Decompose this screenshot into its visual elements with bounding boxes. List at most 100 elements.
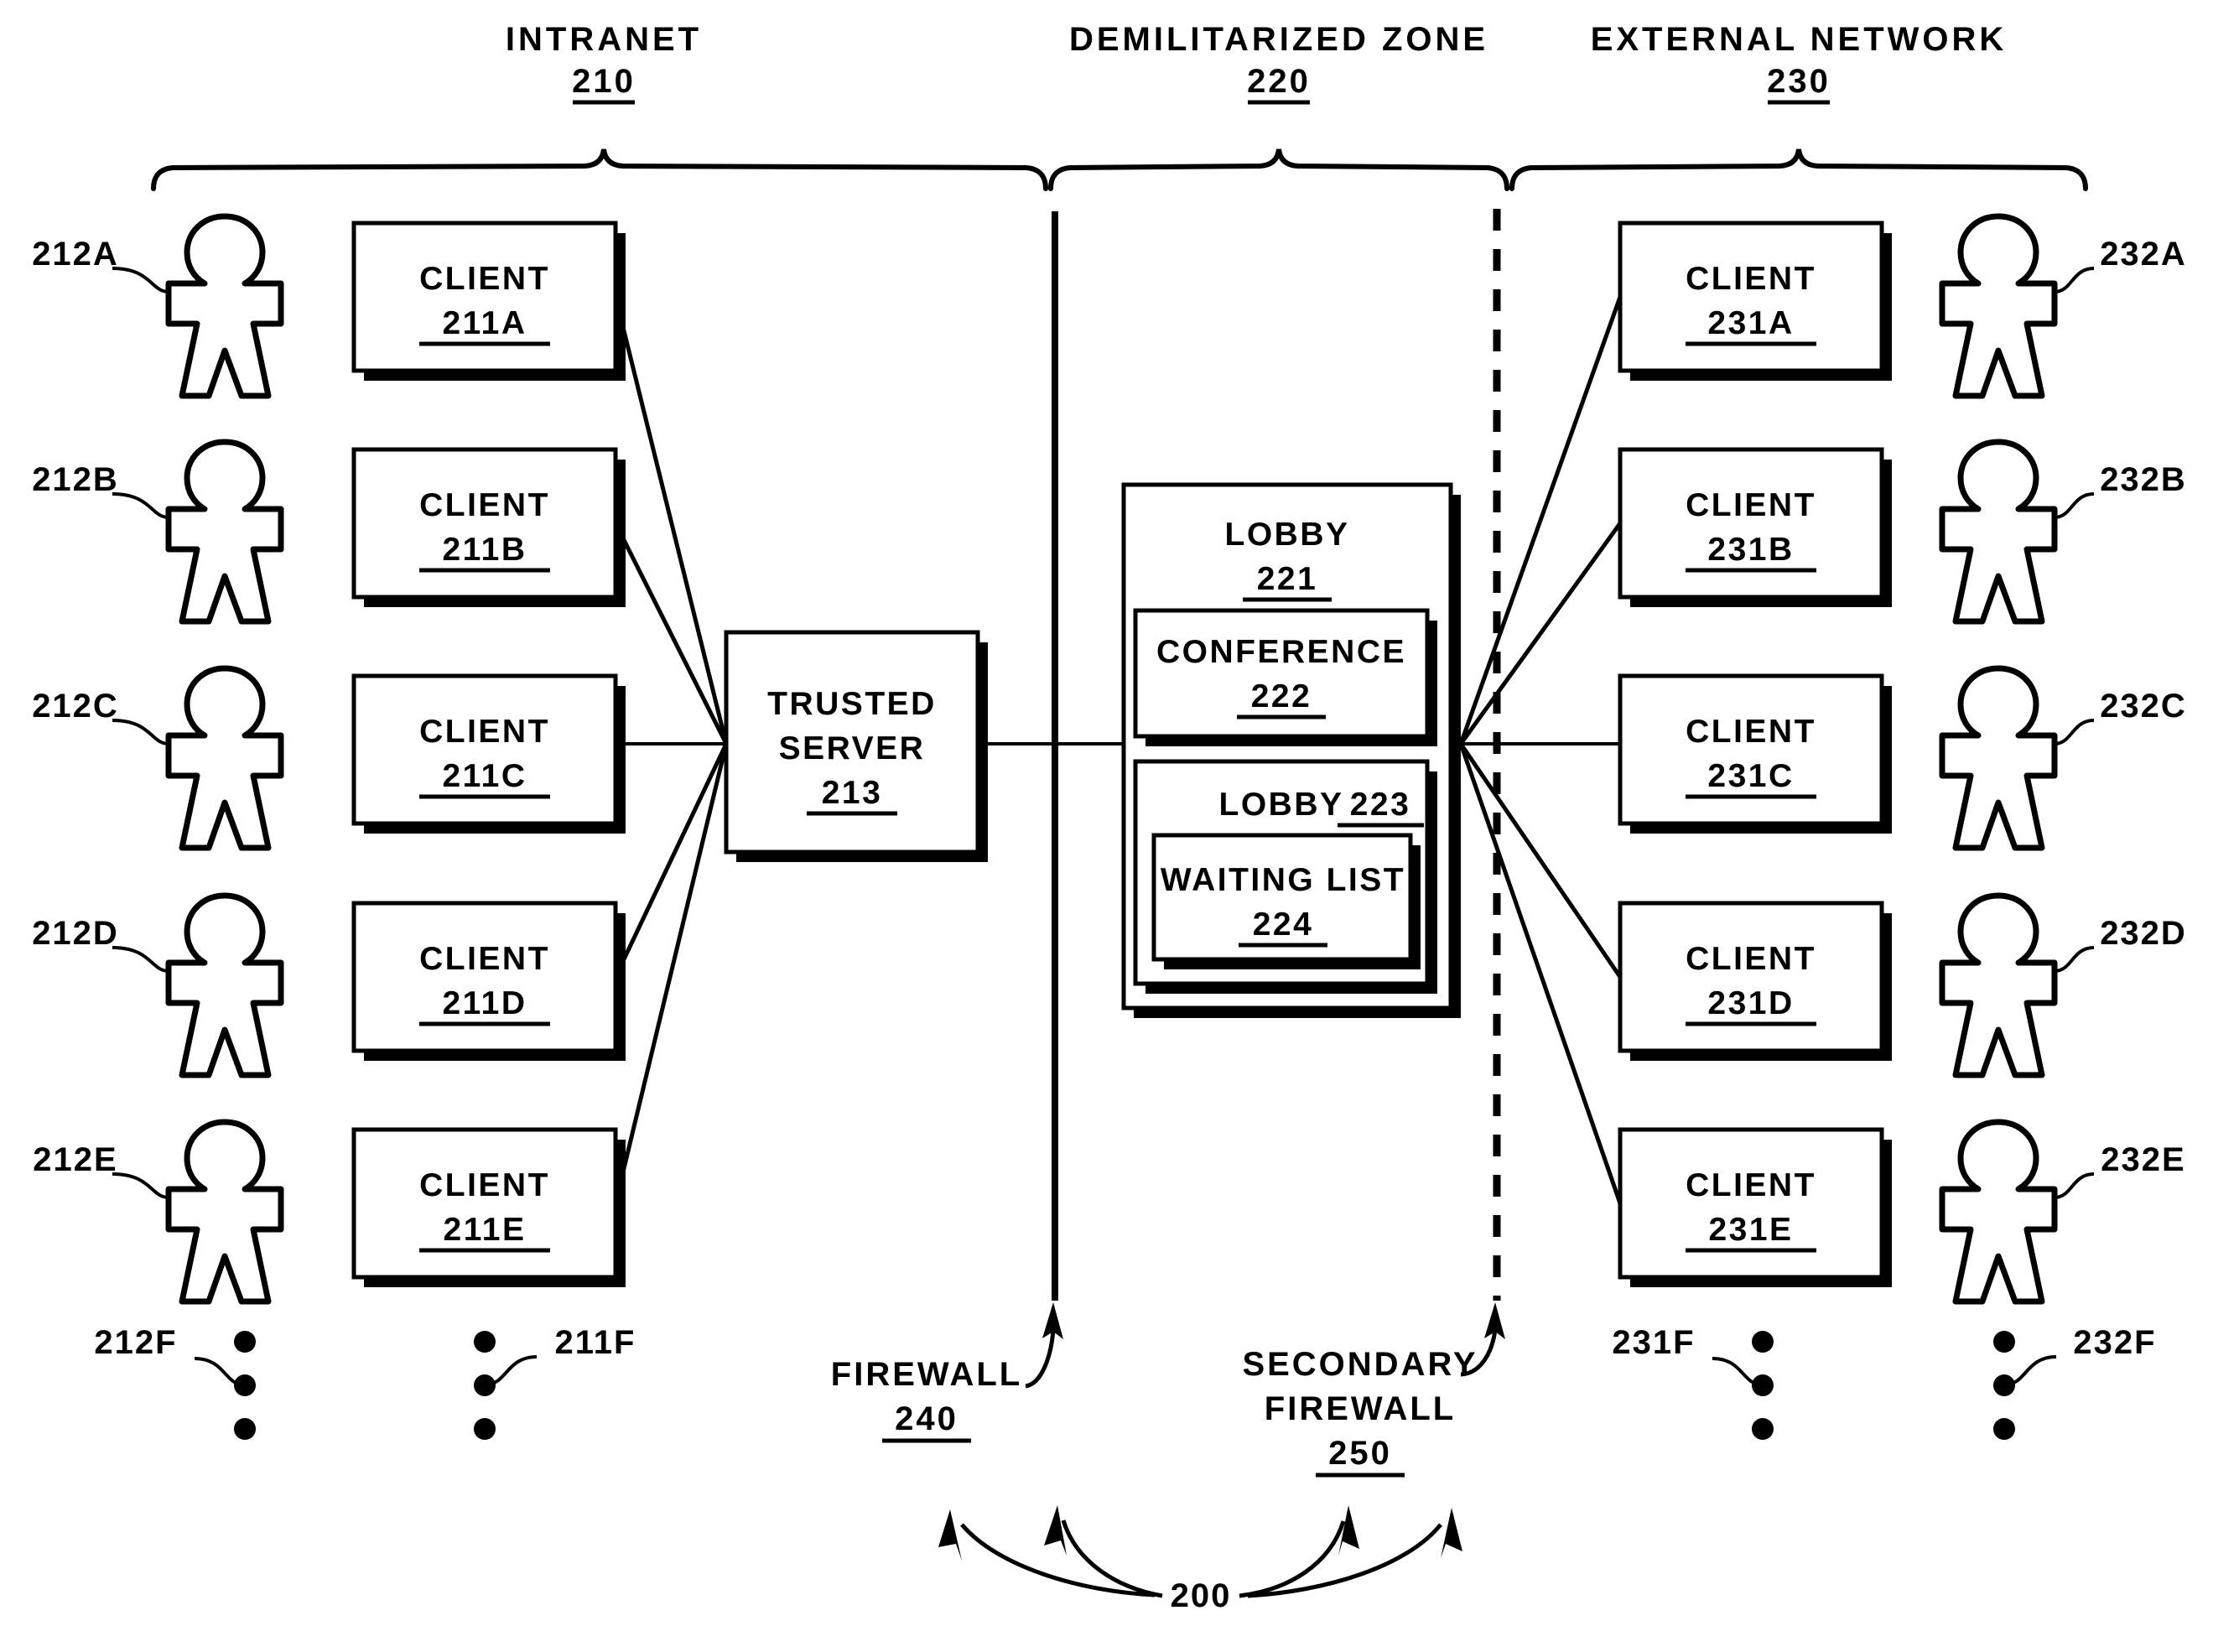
client-number: 231B [1707, 532, 1794, 568]
ref-label-232C: 232C [2100, 688, 2187, 725]
client-number: 211B [442, 532, 527, 568]
leader-line-232C [2054, 719, 2095, 745]
ellipsis-dot [474, 1374, 496, 1396]
intranet-user-212B[interactable]: 212B [32, 439, 284, 625]
figure-canvas: INTRANET 210 DEMILITARIZED ZONE 220 EXTE… [0, 0, 2213, 1652]
client-label: CLIENT [419, 714, 550, 750]
zone-heading-intranet: INTRANET 210 [506, 21, 699, 105]
ellipsis-dot [474, 1418, 496, 1440]
zone-label-external: EXTERNAL NETWORK [1591, 21, 2008, 58]
leader-line-212D [112, 946, 169, 973]
client-label: CLIENT [419, 1167, 550, 1203]
link-dmz-to-231D [1458, 742, 1623, 979]
box-outline [1618, 901, 1884, 1053]
external-client-231D[interactable]: CLIENT 231D [1618, 901, 1892, 1061]
firewall-240-number: 240 [895, 1400, 958, 1437]
external-client-231C[interactable]: CLIENT 231C [1618, 673, 1892, 834]
ref-label-212F: 212F [94, 1324, 177, 1361]
lobby-label: LOBBY [1225, 517, 1350, 553]
leader-line-212A [112, 267, 169, 294]
ref-200-arrowhead-1 [938, 1509, 962, 1561]
person-icon [165, 1119, 284, 1305]
box-outline [351, 1127, 618, 1280]
person-icon [1939, 439, 2058, 625]
link-211E-to-server [613, 743, 729, 1204]
person-icon [1939, 892, 2058, 1078]
waiting-list-label: WAITING LIST [1161, 862, 1405, 898]
intranet-client-211D[interactable]: CLIENT 211D [351, 901, 626, 1061]
ref-label-232A: 232A [2100, 236, 2187, 273]
external-client-231E[interactable]: CLIENT 231E [1618, 1127, 1892, 1287]
ellipsis-dot [1752, 1331, 1774, 1353]
box-outline [351, 221, 618, 373]
ellipsis-dot [234, 1374, 256, 1396]
client-number: 231A [1707, 305, 1794, 341]
trusted-server-213[interactable]: TRUSTED SERVER 213 [724, 630, 988, 862]
external-user-232B[interactable]: 232B [1939, 439, 2187, 625]
intranet-connection-fan [613, 296, 729, 1204]
intranet-client-211C[interactable]: CLIENT 211C [351, 673, 626, 834]
external-user-232D[interactable]: 232D [1939, 892, 2187, 1078]
ellipsis-dot [1993, 1374, 2015, 1396]
conference-number: 222 [1251, 678, 1312, 714]
client-label: CLIENT [1686, 1167, 1816, 1203]
external-user-232C[interactable]: 232C [1939, 665, 2187, 851]
person-icon [165, 665, 284, 851]
leader-line-212B [112, 492, 169, 519]
ref-label-232B: 232B [2100, 461, 2187, 498]
ellipsis-dot [1993, 1418, 2015, 1440]
server-number: 213 [822, 775, 883, 811]
box-outline [1618, 673, 1884, 826]
leader-line-212E [112, 1172, 169, 1199]
client-label: CLIENT [1686, 261, 1816, 297]
ellipsis-dot [1752, 1418, 1774, 1440]
dmz-waiting-list-224[interactable]: WAITING LIST 224 [1151, 833, 1421, 969]
zone-heading-external: EXTERNAL NETWORK 230 [1591, 21, 2008, 105]
intranet-client-211A[interactable]: CLIENT 211A [351, 221, 626, 381]
ref-label-212A: 212A [32, 236, 119, 273]
intranet-client-211E[interactable]: CLIENT 211E [351, 1127, 626, 1287]
ellipsis-212F: 212F [94, 1324, 256, 1440]
ref-label-211F: 211F [555, 1324, 636, 1361]
box-outline [351, 447, 618, 600]
brace-external [1509, 148, 2088, 191]
zone-label-dmz: DEMILITARIZED ZONE [1069, 21, 1488, 58]
ellipsis-dot [1752, 1374, 1774, 1396]
client-number: 211D [442, 985, 527, 1021]
ref-label-212D: 212D [32, 915, 119, 952]
ellipsis-dot [234, 1418, 256, 1440]
link-dmz-to-231B [1458, 522, 1623, 745]
ref-label-212E: 212E [33, 1141, 117, 1178]
ref-label-232F: 232F [2073, 1324, 2156, 1361]
person-icon [1939, 213, 2058, 399]
ref-label-231F: 231F [1612, 1324, 1695, 1361]
intranet-user-212D[interactable]: 212D [32, 892, 284, 1078]
ellipsis-232F: 232F [1993, 1324, 2156, 1440]
firewall-240-leader [1025, 1328, 1056, 1389]
client-label: CLIENT [419, 941, 550, 977]
network-architecture-diagram: INTRANET 210 DEMILITARIZED ZONE 220 EXTE… [32, 21, 2187, 1614]
figure-reference-200: 200 [1171, 1577, 1232, 1614]
intranet-user-212C[interactable]: 212C [32, 665, 284, 851]
ref-label-232D: 232D [2100, 915, 2187, 952]
dmz-conference-222[interactable]: CONFERENCE 222 [1133, 608, 1437, 746]
external-user-232A[interactable]: 232A [1939, 213, 2187, 399]
link-dmz-to-231E [1458, 743, 1623, 1204]
external-user-232E[interactable]: 232E [1939, 1119, 2186, 1305]
link-211A-to-server [613, 296, 729, 745]
external-client-231B[interactable]: CLIENT 231B [1618, 447, 1892, 607]
zone-number-intranet: 210 [572, 63, 636, 100]
brace-dmz [1048, 148, 1509, 191]
link-211B-to-server [613, 522, 729, 745]
leader-line-232A [2054, 267, 2095, 294]
external-client-231A[interactable]: CLIENT 231A [1618, 221, 1892, 381]
firewall-240-label: FIREWALL [831, 1356, 1022, 1393]
intranet-user-212A[interactable]: 212A [32, 213, 284, 399]
server-label-line2: SERVER [779, 730, 926, 766]
figure-reference-200-group: 200 [938, 1505, 1462, 1614]
intranet-client-211B[interactable]: CLIENT 211B [351, 447, 626, 607]
client-number: 231C [1707, 758, 1794, 794]
box-outline [1618, 1127, 1884, 1280]
ref-200-arrowhead-4 [1441, 1508, 1462, 1558]
intranet-user-212E[interactable]: 212E [33, 1119, 284, 1305]
